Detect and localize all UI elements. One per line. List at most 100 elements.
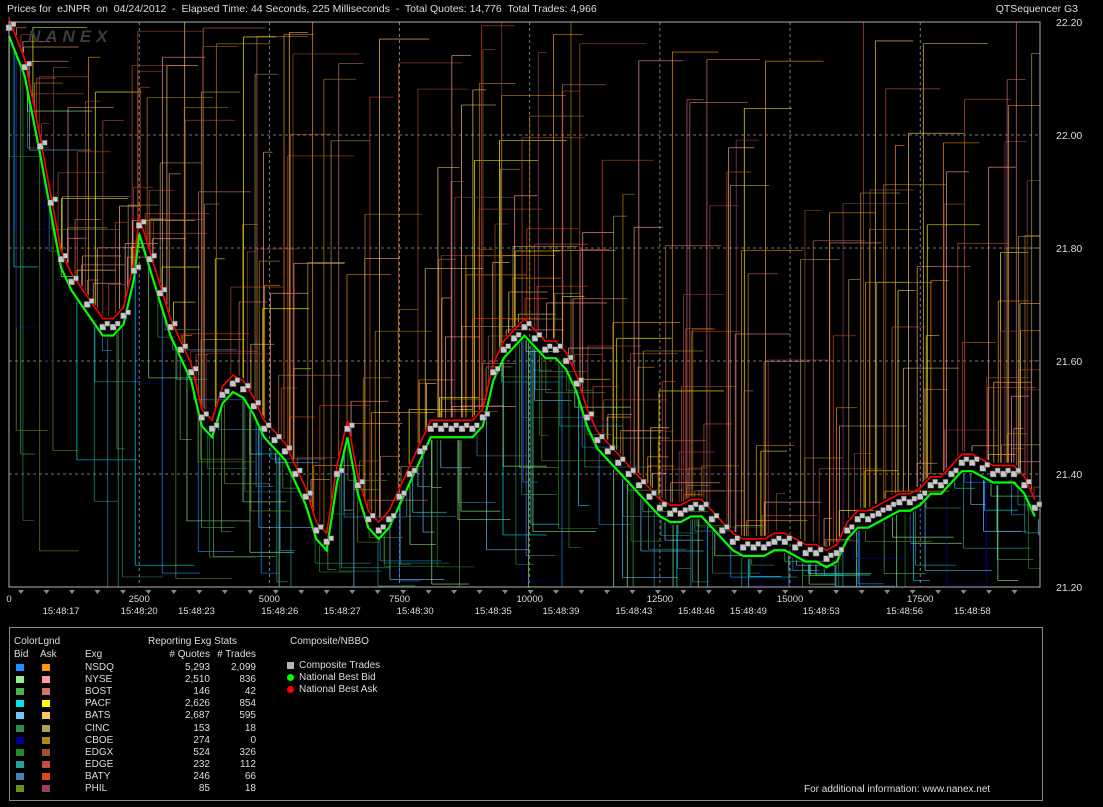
trade-point — [526, 320, 532, 327]
exchange-quotes: 5,293 — [184, 662, 210, 673]
trade-point — [765, 541, 772, 547]
trade-point — [432, 422, 439, 429]
trade-point — [932, 479, 938, 485]
trade-point — [52, 196, 58, 203]
trade-point — [453, 422, 459, 429]
time-marker — [43, 590, 50, 594]
trade-point — [849, 524, 855, 530]
x-tick-label: 12500 — [647, 594, 673, 605]
exchange-quotes: 146 — [193, 686, 210, 698]
bid-color-swatch — [16, 700, 24, 708]
time-marker — [731, 590, 738, 594]
time-tick-label: 15:48:27 — [324, 606, 361, 617]
ask-color-swatch — [42, 785, 50, 792]
exchange-quotes: 246 — [193, 770, 210, 782]
trade-point — [234, 377, 241, 383]
composite-label: National Best Bid — [299, 672, 376, 683]
time-marker — [476, 590, 483, 594]
time-marker — [196, 590, 203, 594]
trade-point — [1036, 501, 1043, 508]
trade-point — [390, 512, 397, 519]
trade-point — [797, 541, 803, 547]
trade-point — [692, 501, 699, 508]
ask-color-swatch — [42, 736, 50, 744]
bid-color-swatch — [16, 688, 24, 696]
trade-point — [609, 445, 616, 451]
bid-color-swatch — [16, 724, 24, 732]
y-tick-label: 21.60 — [1056, 356, 1082, 368]
trade-point — [73, 275, 79, 282]
trade-point — [172, 320, 178, 327]
trade-point — [859, 512, 866, 519]
time-tick-label: 15:48:58 — [954, 606, 991, 617]
bid-color-swatch — [16, 676, 24, 684]
bid-column-header: Bid — [14, 649, 29, 660]
trade-point — [974, 456, 980, 462]
trade-point — [578, 377, 584, 383]
trade-point — [776, 535, 782, 542]
trade-point — [62, 253, 69, 259]
time-marker — [170, 590, 177, 594]
trade-point — [672, 507, 678, 513]
trade-point — [713, 512, 720, 519]
trade-point — [359, 479, 366, 485]
time-marker — [552, 590, 559, 594]
y-tick-label: 22.00 — [1056, 130, 1082, 142]
time-tick-label: 15:48:39 — [542, 606, 579, 617]
exchange-name: CBOE — [85, 734, 114, 746]
trade-point — [515, 332, 522, 338]
trade-point — [349, 422, 355, 429]
trade-point — [1015, 467, 1022, 474]
trade-point — [161, 286, 168, 293]
exchange-quotes: 2,510 — [184, 674, 210, 686]
ask-color-swatch — [42, 748, 50, 756]
x-tick-label: 15000 — [777, 594, 803, 605]
exchange-column-header: Exg — [85, 649, 103, 660]
x-tick-label: 10000 — [516, 594, 542, 605]
trade-point — [104, 320, 110, 327]
time-marker — [425, 590, 432, 594]
time-marker — [833, 590, 840, 594]
time-marker — [680, 590, 687, 594]
chart-series — [5, 18, 1043, 569]
trade-point — [703, 501, 709, 508]
x-tick-label: 2500 — [129, 594, 150, 605]
trade-point — [338, 467, 345, 474]
exchange-quotes: 153 — [193, 722, 210, 734]
trade-point — [307, 490, 314, 496]
bid-color-swatch — [16, 664, 24, 671]
trade-point — [41, 140, 48, 146]
color-legend-title: ColorLgnd — [14, 636, 61, 647]
y-tick-label: 22.20 — [1056, 17, 1082, 29]
time-marker — [960, 590, 967, 594]
exchange-name: PACF — [85, 698, 111, 710]
exchange-quotes: 274 — [193, 734, 210, 746]
trade-point — [588, 411, 595, 417]
ask-color-swatch — [42, 760, 50, 768]
trade-point — [182, 343, 189, 349]
time-marker — [705, 590, 712, 594]
price-chart: 22.20 22.00 21.80 21.60 21.40 21.20 0 2500 5000 7… — [5, 16, 1082, 617]
trade-point — [661, 501, 668, 508]
bid-color-swatch — [16, 736, 24, 744]
trade-point — [1026, 479, 1032, 485]
ask-color-swatch — [42, 700, 50, 708]
trade-point — [125, 309, 131, 316]
exchange-trades: 66 — [244, 770, 256, 782]
trade-point — [463, 422, 470, 429]
time-tick-label: 15:48:53 — [803, 606, 840, 617]
exchange-name: PHIL — [85, 783, 108, 794]
ask-color-swatch — [42, 688, 50, 696]
time-marker — [94, 590, 101, 594]
time-tick-label: 15:48:43 — [615, 606, 652, 617]
bid-color-swatch — [16, 772, 24, 780]
trade-point — [994, 467, 1001, 474]
time-marker — [451, 590, 458, 594]
trade-point — [224, 388, 230, 395]
trade-point — [640, 479, 647, 485]
trade-point — [484, 411, 491, 417]
footer-link[interactable]: For additional information: www.nanex.ne… — [804, 784, 990, 795]
time-tick-label: 15:48:56 — [886, 606, 923, 617]
bid-color-swatch — [16, 748, 24, 756]
exchange-name: BOST — [85, 686, 113, 698]
